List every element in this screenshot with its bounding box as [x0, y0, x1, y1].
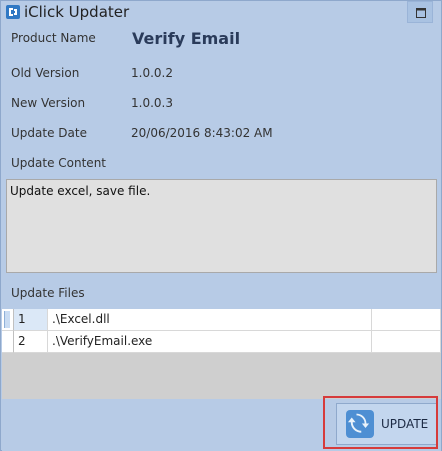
row-selector[interactable] — [2, 309, 14, 331]
row-selected-indicator — [4, 311, 10, 328]
product-name-label: Product Name — [11, 31, 96, 45]
empty-cell[interactable] — [372, 331, 441, 353]
update-date-value: 20/06/2016 8:43:02 AM — [131, 126, 273, 140]
update-date-label: Update Date — [11, 126, 87, 140]
update-files-label: Update Files — [11, 286, 85, 300]
old-version-value: 1.0.0.2 — [131, 66, 173, 80]
update-files-grid[interactable]: 1 .\Excel.dll 2 .\VerifyEmail.exe — [2, 309, 441, 399]
table-row[interactable]: 1 .\Excel.dll — [2, 309, 441, 331]
update-content-textbox[interactable]: Update excel, save file. — [6, 179, 437, 273]
app-logo-icon — [6, 5, 20, 19]
row-selector[interactable] — [2, 331, 14, 353]
update-content-label: Update Content — [11, 156, 106, 170]
old-version-label: Old Version — [11, 66, 80, 80]
new-version-label: New Version — [11, 96, 86, 110]
row-number-cell[interactable]: 2 — [14, 331, 48, 353]
new-version-value: 1.0.0.3 — [131, 96, 173, 110]
update-button-highlight-frame — [323, 396, 438, 449]
title-bar: iClick Updater — [1, 1, 441, 25]
table-row[interactable]: 2 .\VerifyEmail.exe — [2, 331, 441, 353]
window-title: iClick Updater — [24, 3, 130, 21]
product-name-value: Verify Email — [132, 29, 241, 48]
row-number-cell[interactable]: 1 — [14, 309, 48, 331]
maximize-icon — [416, 8, 426, 18]
maximize-button[interactable] — [407, 1, 433, 23]
file-path-cell[interactable]: .\Excel.dll — [48, 309, 372, 331]
updater-window: iClick Updater Product Name Verify Email… — [0, 0, 442, 451]
file-path-cell[interactable]: .\VerifyEmail.exe — [48, 331, 372, 353]
empty-cell[interactable] — [372, 309, 441, 331]
update-content-text: Update excel, save file. — [10, 184, 151, 198]
